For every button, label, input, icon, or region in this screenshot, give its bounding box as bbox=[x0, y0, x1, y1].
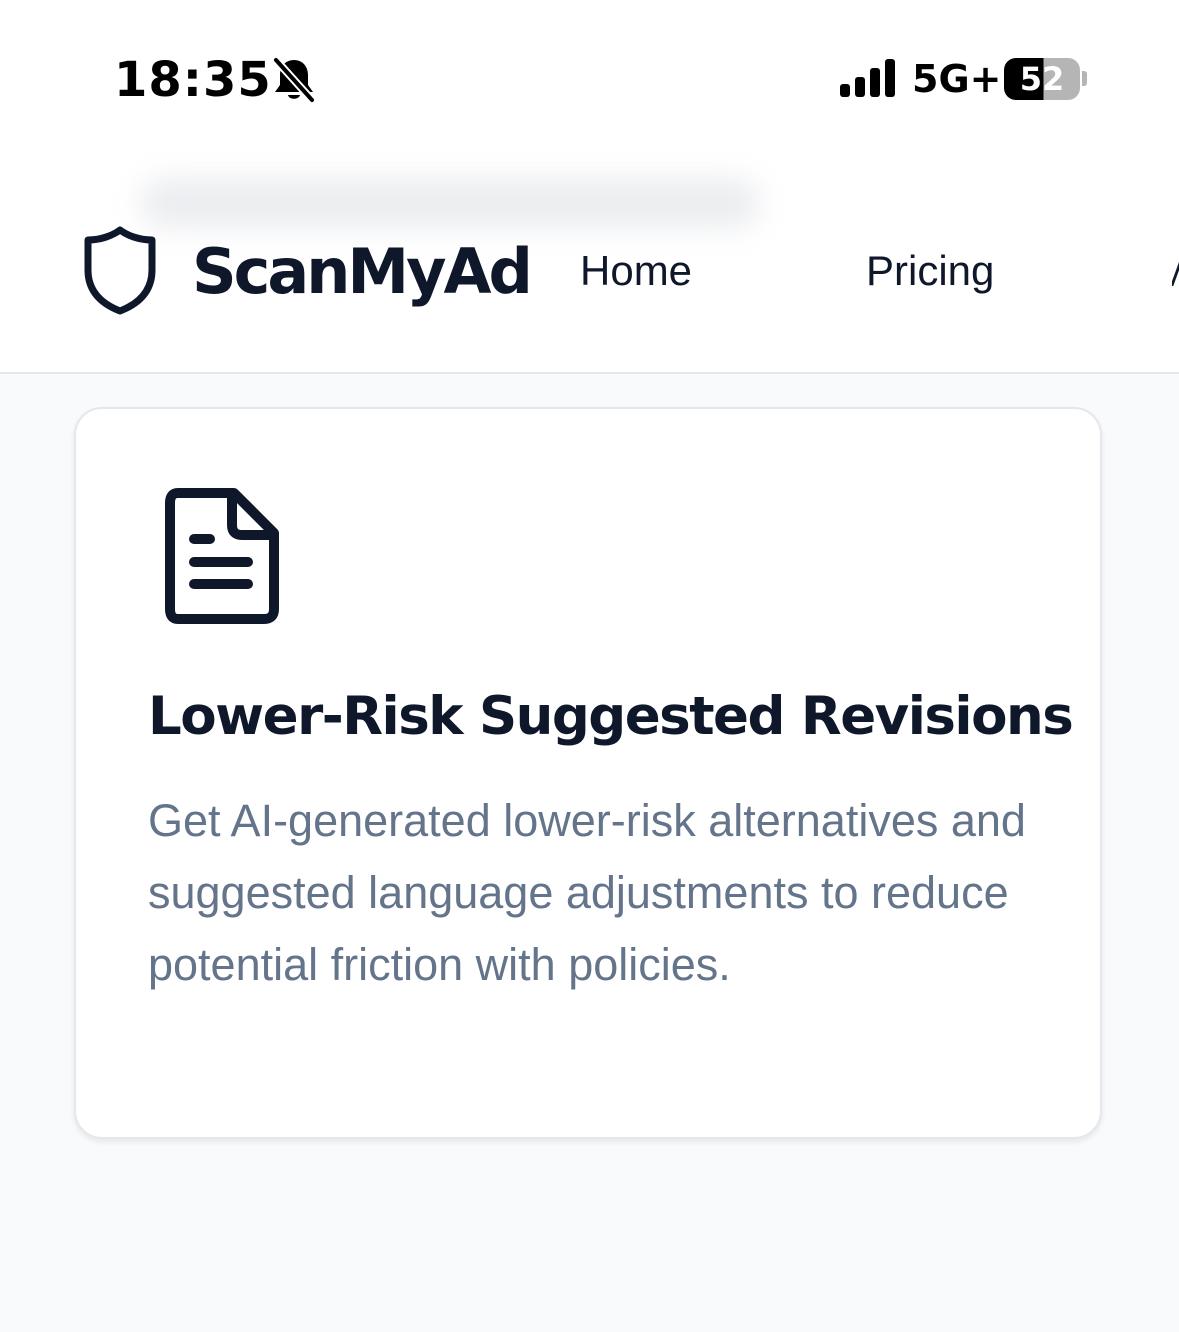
battery-nub bbox=[1082, 71, 1087, 86]
blurred-address-bar bbox=[140, 178, 760, 228]
shield-icon bbox=[84, 226, 156, 315]
card-title: Lower-Risk Suggested Revisions bbox=[148, 686, 1074, 747]
bell-slash-icon bbox=[272, 56, 316, 104]
brand-logo-text[interactable]: ScanMyAd bbox=[192, 232, 533, 312]
feature-card: Lower-Risk Suggested Revisions Get AI-ge… bbox=[74, 407, 1102, 1139]
card-description: Get AI-generated lower-risk alternatives… bbox=[148, 795, 1026, 990]
battery-icon: 52 bbox=[1004, 58, 1080, 100]
network-type: 5G+ bbox=[912, 57, 1002, 101]
signal-icon bbox=[840, 59, 895, 97]
nav-link-home[interactable]: Home bbox=[580, 246, 692, 296]
top-area: 18:35 5G+ 52 ScanMyAd Home Pricing bbox=[0, 0, 1179, 374]
nav-link-truncated[interactable] bbox=[1172, 250, 1179, 290]
document-icon bbox=[165, 488, 279, 624]
nav-link-pricing[interactable]: Pricing bbox=[866, 246, 994, 296]
status-time: 18:35 bbox=[114, 52, 272, 108]
